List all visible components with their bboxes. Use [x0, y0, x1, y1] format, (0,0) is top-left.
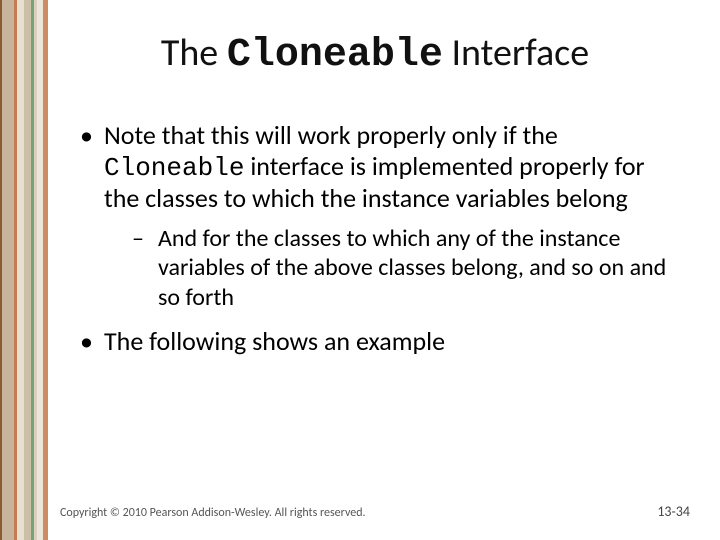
list-item: And for the classes to which any of the …: [132, 224, 670, 312]
copyright-footer: Copyright © 2010 Pearson Addison-Wesley.…: [60, 506, 366, 520]
sub-bullet-list: And for the classes to which any of the …: [104, 224, 670, 312]
decorative-left-strip: [0, 0, 50, 540]
slide-body: Note that this will work properly only i…: [80, 120, 670, 370]
bullet-text: The following shows an example: [104, 325, 445, 357]
title-suffix: Interface: [443, 30, 589, 76]
list-item: Note that this will work properly only i…: [80, 120, 670, 312]
bullet-code: Cloneable: [104, 153, 244, 183]
title-prefix: The: [161, 30, 227, 76]
bullet-list: Note that this will work properly only i…: [80, 120, 670, 356]
list-item: The following shows an example: [80, 326, 670, 357]
sub-bullet-text: And for the classes to which any of the …: [158, 224, 666, 312]
slide: The Cloneable Interface Note that this w…: [0, 0, 720, 540]
title-code: Cloneable: [227, 33, 443, 78]
page-number: 13-34: [657, 503, 690, 520]
slide-title: The Cloneable Interface: [70, 30, 680, 78]
bullet-text: Note that this will work properly only i…: [104, 119, 558, 151]
